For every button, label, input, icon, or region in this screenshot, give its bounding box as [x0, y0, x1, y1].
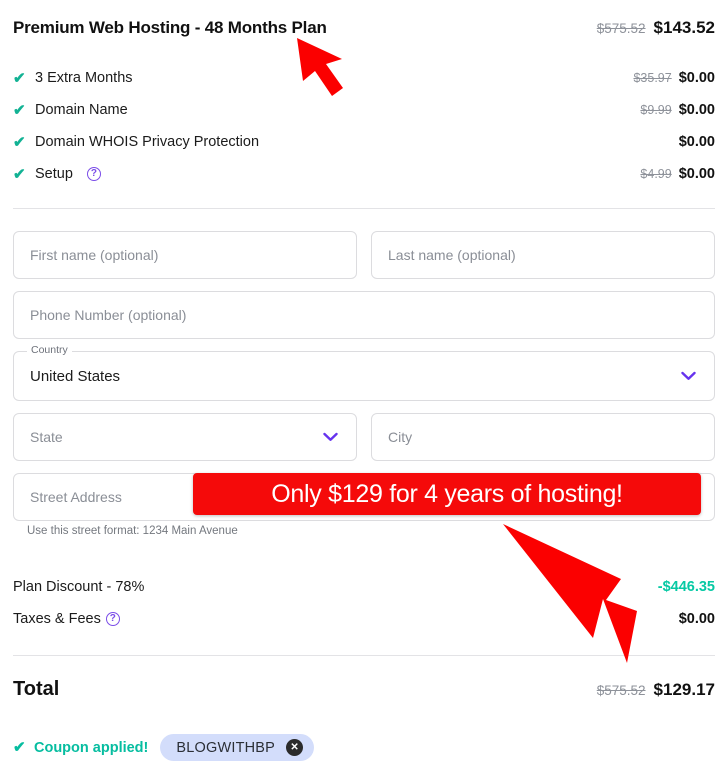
- plan-price-group: $575.52 $143.52: [597, 18, 715, 38]
- total-row: Total $575.52 $129.17: [13, 678, 715, 701]
- country-label: Country: [27, 345, 72, 356]
- city-placeholder: City: [388, 429, 413, 445]
- state-select[interactable]: State: [13, 413, 357, 461]
- feature-label: 3 Extra Months: [35, 70, 133, 86]
- annotation-banner-text: Only $129 for 4 years of hosting!: [271, 479, 623, 508]
- feature-label: Setup: [35, 166, 73, 182]
- first-name-placeholder: First name (optional): [30, 247, 159, 263]
- annotation-banner: Only $129 for 4 years of hosting!: [193, 473, 701, 515]
- street-address-placeholder: Street Address: [30, 489, 122, 505]
- summary-value: $0.00: [678, 611, 715, 627]
- total-price-group: $575.52 $129.17: [597, 680, 715, 700]
- feature-label-group: ✔ 3 Extra Months: [13, 70, 133, 86]
- close-icon[interactable]: ✕: [286, 739, 304, 756]
- check-icon: ✔: [13, 133, 26, 151]
- summary-label: Taxes & Fees: [13, 611, 101, 627]
- state-placeholder: State: [30, 429, 63, 445]
- feature-price-group: $35.97 $0.00: [633, 70, 715, 86]
- plan-header-row: Premium Web Hosting - 48 Months Plan $57…: [13, 18, 715, 38]
- feature-current-price: $0.00: [678, 70, 715, 86]
- state-city-row: State City: [13, 413, 715, 461]
- first-name-input[interactable]: First name (optional): [13, 231, 357, 279]
- feature-label: Domain Name: [35, 102, 128, 118]
- order-summary-rows: Plan Discount - 78% -$446.35 Taxes & Fee…: [13, 571, 715, 635]
- feature-label-group: ✔ Domain Name: [13, 102, 128, 118]
- feature-label-group: ✔ Domain WHOIS Privacy Protection: [13, 134, 259, 150]
- coupon-applied-label: Coupon applied!: [34, 739, 149, 756]
- feature-price-group: $9.99 $0.00: [640, 102, 715, 118]
- coupon-section: ✔ Coupon applied! BLOGWITHBP ✕: [13, 734, 315, 761]
- coupon-code-chip[interactable]: BLOGWITHBP ✕: [160, 734, 315, 761]
- summary-row-plan-discount: Plan Discount - 78% -$446.35: [13, 571, 715, 603]
- city-input[interactable]: City: [371, 413, 715, 461]
- feature-price-group: $0.00: [679, 134, 715, 150]
- feature-row-extra-months: ✔ 3 Extra Months $35.97 $0.00: [13, 62, 715, 94]
- check-icon: ✔: [13, 165, 26, 183]
- chevron-down-icon[interactable]: [681, 371, 696, 381]
- phone-placeholder: Phone Number (optional): [30, 307, 187, 323]
- feature-current-price: $0.00: [678, 134, 715, 150]
- phone-number-input[interactable]: Phone Number (optional): [13, 291, 715, 339]
- last-name-placeholder: Last name (optional): [388, 247, 516, 263]
- country-value: United States: [30, 367, 121, 385]
- feature-price-group: $4.99 $0.00: [640, 166, 715, 182]
- phone-field-row: Phone Number (optional): [13, 291, 715, 339]
- name-fields-row: First name (optional) Last name (optiona…: [13, 231, 715, 279]
- summary-label: Plan Discount - 78%: [13, 579, 145, 595]
- summary-label-group: Taxes & Fees ?: [13, 611, 120, 627]
- feature-label-group: ✔ Setup ?: [13, 166, 101, 182]
- total-label: Total: [13, 678, 60, 700]
- checkout-summary-page: Premium Web Hosting - 48 Months Plan $57…: [0, 0, 728, 777]
- plan-original-price: $575.52: [596, 21, 646, 36]
- feature-row-whois-privacy: ✔ Domain WHOIS Privacy Protection $0.00: [13, 126, 715, 158]
- total-original-price: $575.52: [596, 683, 646, 698]
- page-title: Premium Web Hosting - 48 Months Plan: [13, 18, 327, 37]
- street-format-helper-text: Use this street format: 1234 Main Avenue: [27, 525, 238, 537]
- feature-original-price: $9.99: [640, 103, 672, 117]
- included-features-list: ✔ 3 Extra Months $35.97 $0.00 ✔ Domain N…: [13, 62, 715, 190]
- feature-current-price: $0.00: [678, 102, 715, 118]
- plan-current-price: $143.52: [653, 18, 715, 37]
- feature-original-price: $4.99: [640, 167, 672, 181]
- check-icon: ✔: [13, 101, 26, 119]
- country-field-row: Country United States: [13, 345, 715, 401]
- summary-row-taxes-fees: Taxes & Fees ? $0.00: [13, 603, 715, 635]
- summary-value: -$446.35: [657, 579, 715, 595]
- help-circle-icon[interactable]: ?: [105, 612, 120, 626]
- check-icon: ✔: [13, 739, 26, 756]
- section-divider: [13, 208, 715, 209]
- feature-original-price: $35.97: [633, 71, 672, 85]
- feature-current-price: $0.00: [678, 166, 715, 182]
- last-name-input[interactable]: Last name (optional): [371, 231, 715, 279]
- feature-label: Domain WHOIS Privacy Protection: [35, 134, 260, 150]
- help-circle-icon[interactable]: ?: [86, 167, 101, 181]
- total-final-price: $129.17: [653, 680, 715, 699]
- check-icon: ✔: [13, 69, 26, 87]
- country-select[interactable]: Country United States: [13, 345, 715, 401]
- feature-row-setup: ✔ Setup ? $4.99 $0.00: [13, 158, 715, 190]
- chevron-down-icon[interactable]: [323, 432, 338, 442]
- coupon-applied-status: ✔ Coupon applied!: [13, 740, 148, 756]
- feature-row-domain-name: ✔ Domain Name $9.99 $0.00: [13, 94, 715, 126]
- total-divider: [13, 655, 715, 656]
- coupon-code-label: BLOGWITHBP: [176, 739, 276, 756]
